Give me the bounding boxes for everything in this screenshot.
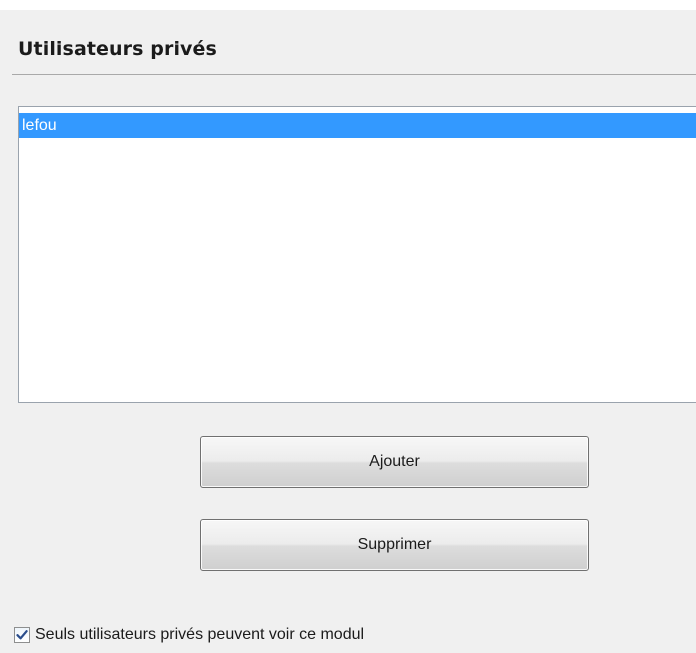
checkmark-icon (16, 630, 28, 640)
add-button[interactable]: Ajouter (200, 436, 589, 488)
private-users-list[interactable]: lefou (18, 106, 696, 403)
private-only-checkbox[interactable] (14, 627, 30, 643)
private-only-label: Seuls utilisateurs privés peuvent voir c… (35, 626, 365, 643)
list-item[interactable]: lefou (19, 113, 696, 138)
remove-button[interactable]: Supprimer (200, 519, 589, 571)
private-only-option[interactable]: Seuls utilisateurs privés peuvent voir c… (14, 624, 364, 646)
top-strip (0, 0, 696, 10)
section-divider (12, 74, 696, 75)
section-title: Utilisateurs privés (18, 38, 217, 60)
